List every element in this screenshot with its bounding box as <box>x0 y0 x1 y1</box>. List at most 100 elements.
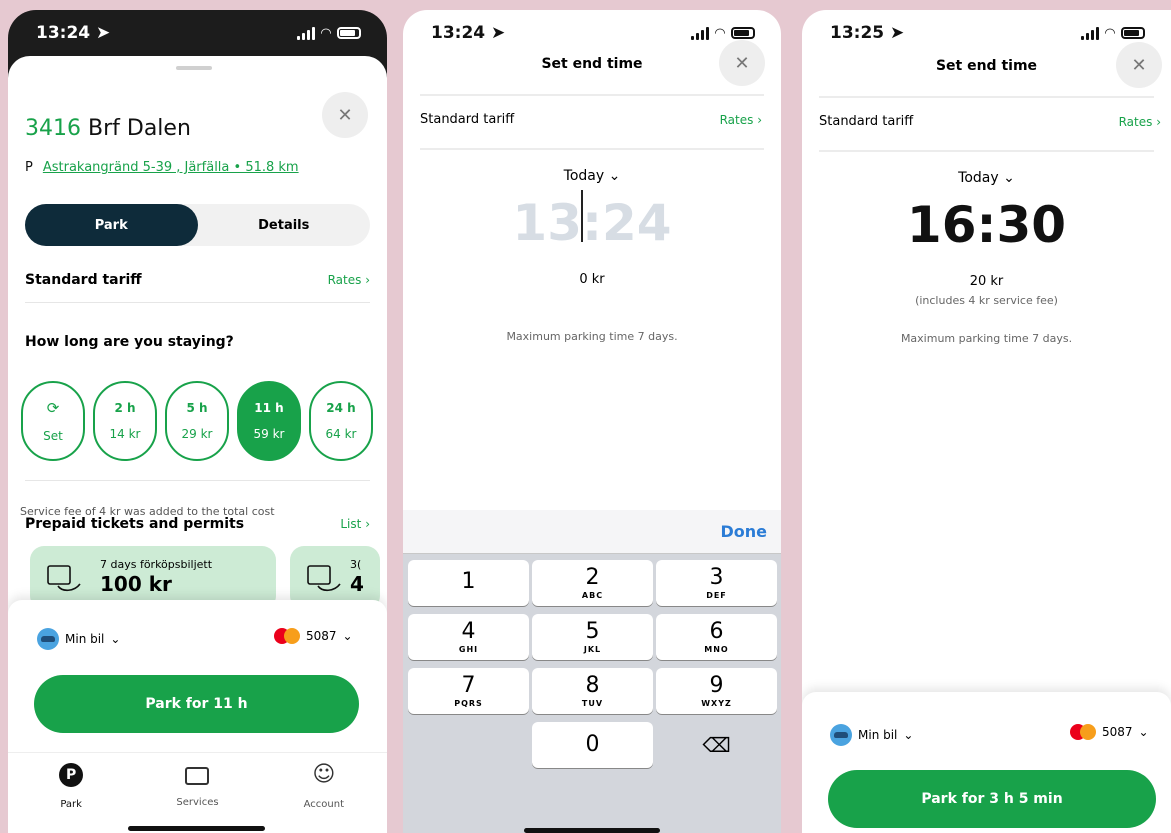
chevron-down-icon: ⌄ <box>608 168 621 184</box>
divider <box>420 148 764 150</box>
clock-icon: ⟳ <box>46 399 60 417</box>
key-2[interactable]: 2 ABC <box>532 560 653 606</box>
vehicle-selector[interactable]: Min bil ⌄ <box>37 628 120 650</box>
tariff-label: Standard tariff <box>420 112 515 127</box>
duration-question: How long are you staying? <box>25 334 234 350</box>
park-p-icon: P <box>59 763 84 787</box>
home-indicator <box>524 828 660 833</box>
divider <box>819 150 1154 152</box>
park-button[interactable]: Park for 11 h <box>34 675 359 733</box>
backspace-icon: ⌫ <box>702 733 731 757</box>
tariff-row: Standard tariff Rates › <box>25 272 370 288</box>
mastercard-icon <box>1070 724 1096 740</box>
park-button[interactable]: Park for 3 h 5 min <box>828 770 1156 828</box>
list-link[interactable]: List › <box>340 517 370 531</box>
phone-screen-set-time-filled: 13:25 ➤ ◠ Set end time ✕ Standard tariff… <box>802 10 1171 833</box>
home-indicator <box>128 826 265 831</box>
duration-option-5h[interactable]: 5 h 29 kr <box>165 381 229 461</box>
location-arrow-icon: ➤ <box>890 23 905 43</box>
vehicle-selector[interactable]: Min bil ⌄ <box>830 724 913 746</box>
prepaid-row: Prepaid tickets and permits List › <box>25 516 370 532</box>
keyboard-toolbar: Done <box>403 510 781 554</box>
phone-screen-set-time-empty: 13:24 ➤ ◠ Set end time ✕ Standard tariff… <box>403 10 781 833</box>
ticket-name: 7 days förköpsbiljett <box>100 558 213 571</box>
zone-number: 3416 <box>25 116 81 141</box>
close-button[interactable]: ✕ <box>322 92 368 138</box>
key-3[interactable]: 3 DEF <box>656 560 777 606</box>
tab-details[interactable]: Details <box>198 204 371 246</box>
rates-link[interactable]: Rates › <box>720 113 762 127</box>
duration-option-2h[interactable]: 2 h 14 kr <box>93 381 157 461</box>
car-icon <box>830 724 852 746</box>
car-icon <box>37 628 59 650</box>
tariff-row: Standard tariff Rates › <box>819 114 1161 129</box>
divider <box>25 302 370 303</box>
time-input[interactable]: 13:24 <box>403 194 781 252</box>
card-selector[interactable]: 5087 ⌄ <box>1070 724 1149 740</box>
nav-account[interactable]: ☺ Account <box>284 763 364 833</box>
key-0[interactable]: 0 <box>532 722 653 768</box>
duration-option-24h[interactable]: 24 h 64 kr <box>309 381 373 461</box>
divider <box>420 94 764 96</box>
key-8[interactable]: 8 TUV <box>532 668 653 714</box>
key-5[interactable]: 5 JKL <box>532 614 653 660</box>
nav-park[interactable]: P Park <box>31 763 111 833</box>
ticket-icon <box>185 767 210 785</box>
hand-ticket-icon <box>307 565 341 592</box>
nav-services[interactable]: Services <box>157 763 237 833</box>
backspace-key[interactable]: ⌫ <box>656 722 777 768</box>
phone-screen-park: 13:24 ➤ ◠ ✕ 3416 Brf Dalen P Astrakangrä… <box>8 10 387 833</box>
numeric-keypad: Done 1 2 ABC 3 DEF 4 GHI 5 JKL 6 MNO 7 PQRS 8T… <box>403 510 781 833</box>
key-6[interactable]: 6 MNO <box>656 614 777 660</box>
chevron-right-icon: › <box>1156 114 1161 129</box>
divider <box>25 480 370 481</box>
ticket-price: 4 <box>350 572 364 596</box>
card-selector[interactable]: 5087 ⌄ <box>274 628 353 644</box>
price-label: 0 kr <box>579 272 605 287</box>
key-7[interactable]: 7 PQRS <box>408 668 529 714</box>
chevron-right-icon: › <box>365 517 370 531</box>
close-button[interactable]: ✕ <box>1116 42 1162 88</box>
close-button[interactable]: ✕ <box>719 40 765 86</box>
duration-set-custom[interactable]: ⟳ Set <box>21 381 85 461</box>
close-icon: ✕ <box>337 104 353 126</box>
ticket-name: 3( <box>350 558 362 571</box>
done-button[interactable]: Done <box>720 522 767 541</box>
chevron-down-icon: ⌄ <box>110 632 121 646</box>
date-selector[interactable]: Today ⌄ <box>802 170 1171 186</box>
wifi-icon: ◠ <box>321 25 331 41</box>
chevron-down-icon: ⌄ <box>903 728 914 742</box>
battery-icon <box>337 27 361 39</box>
rates-link[interactable]: Rates › <box>328 273 370 287</box>
address-link[interactable]: Astrakangränd 5-39 , Järfälla • 51.8 km <box>43 160 299 175</box>
duration-option-11h[interactable]: 11 h 59 kr <box>237 381 301 461</box>
status-bar: 13:25 ➤ ◠ <box>802 10 1171 56</box>
tab-park[interactable]: Park <box>25 204 198 246</box>
close-icon: ✕ <box>734 52 750 74</box>
time-input[interactable]: 16:30 <box>802 196 1171 254</box>
battery-icon <box>1121 27 1145 39</box>
divider <box>819 96 1154 98</box>
payment-panel: Min bil ⌄ 5087 ⌄ Park for 11 h <box>8 600 387 752</box>
tab-bar: P Park Services ☺ Account <box>8 752 387 833</box>
key-1[interactable]: 1 <box>408 560 529 606</box>
signal-icon <box>297 26 315 40</box>
hand-ticket-icon <box>47 565 81 592</box>
location-arrow-icon: ➤ <box>491 23 506 43</box>
close-icon: ✕ <box>1131 54 1147 76</box>
key-9[interactable]: 9 WXYZ <box>656 668 777 714</box>
date-selector[interactable]: Today ⌄ <box>403 168 781 184</box>
ticket-price: 100 kr <box>100 572 172 596</box>
address-row: P Astrakangränd 5-39 , Järfälla • 51.8 k… <box>25 160 299 175</box>
battery-icon <box>731 27 755 39</box>
wifi-icon: ◠ <box>1105 25 1115 41</box>
sheet-grabber[interactable] <box>176 66 212 70</box>
duration-question-row: How long are you staying? <box>25 334 370 350</box>
chevron-down-icon: ⌄ <box>342 629 353 643</box>
status-time: 13:24 <box>36 23 91 43</box>
service-fee-note: (includes 4 kr service fee) <box>915 294 1058 307</box>
tariff-label: Standard tariff <box>819 114 914 129</box>
key-4[interactable]: 4 GHI <box>408 614 529 660</box>
rates-link[interactable]: Rates › <box>1119 115 1161 129</box>
signal-icon <box>1081 26 1099 40</box>
